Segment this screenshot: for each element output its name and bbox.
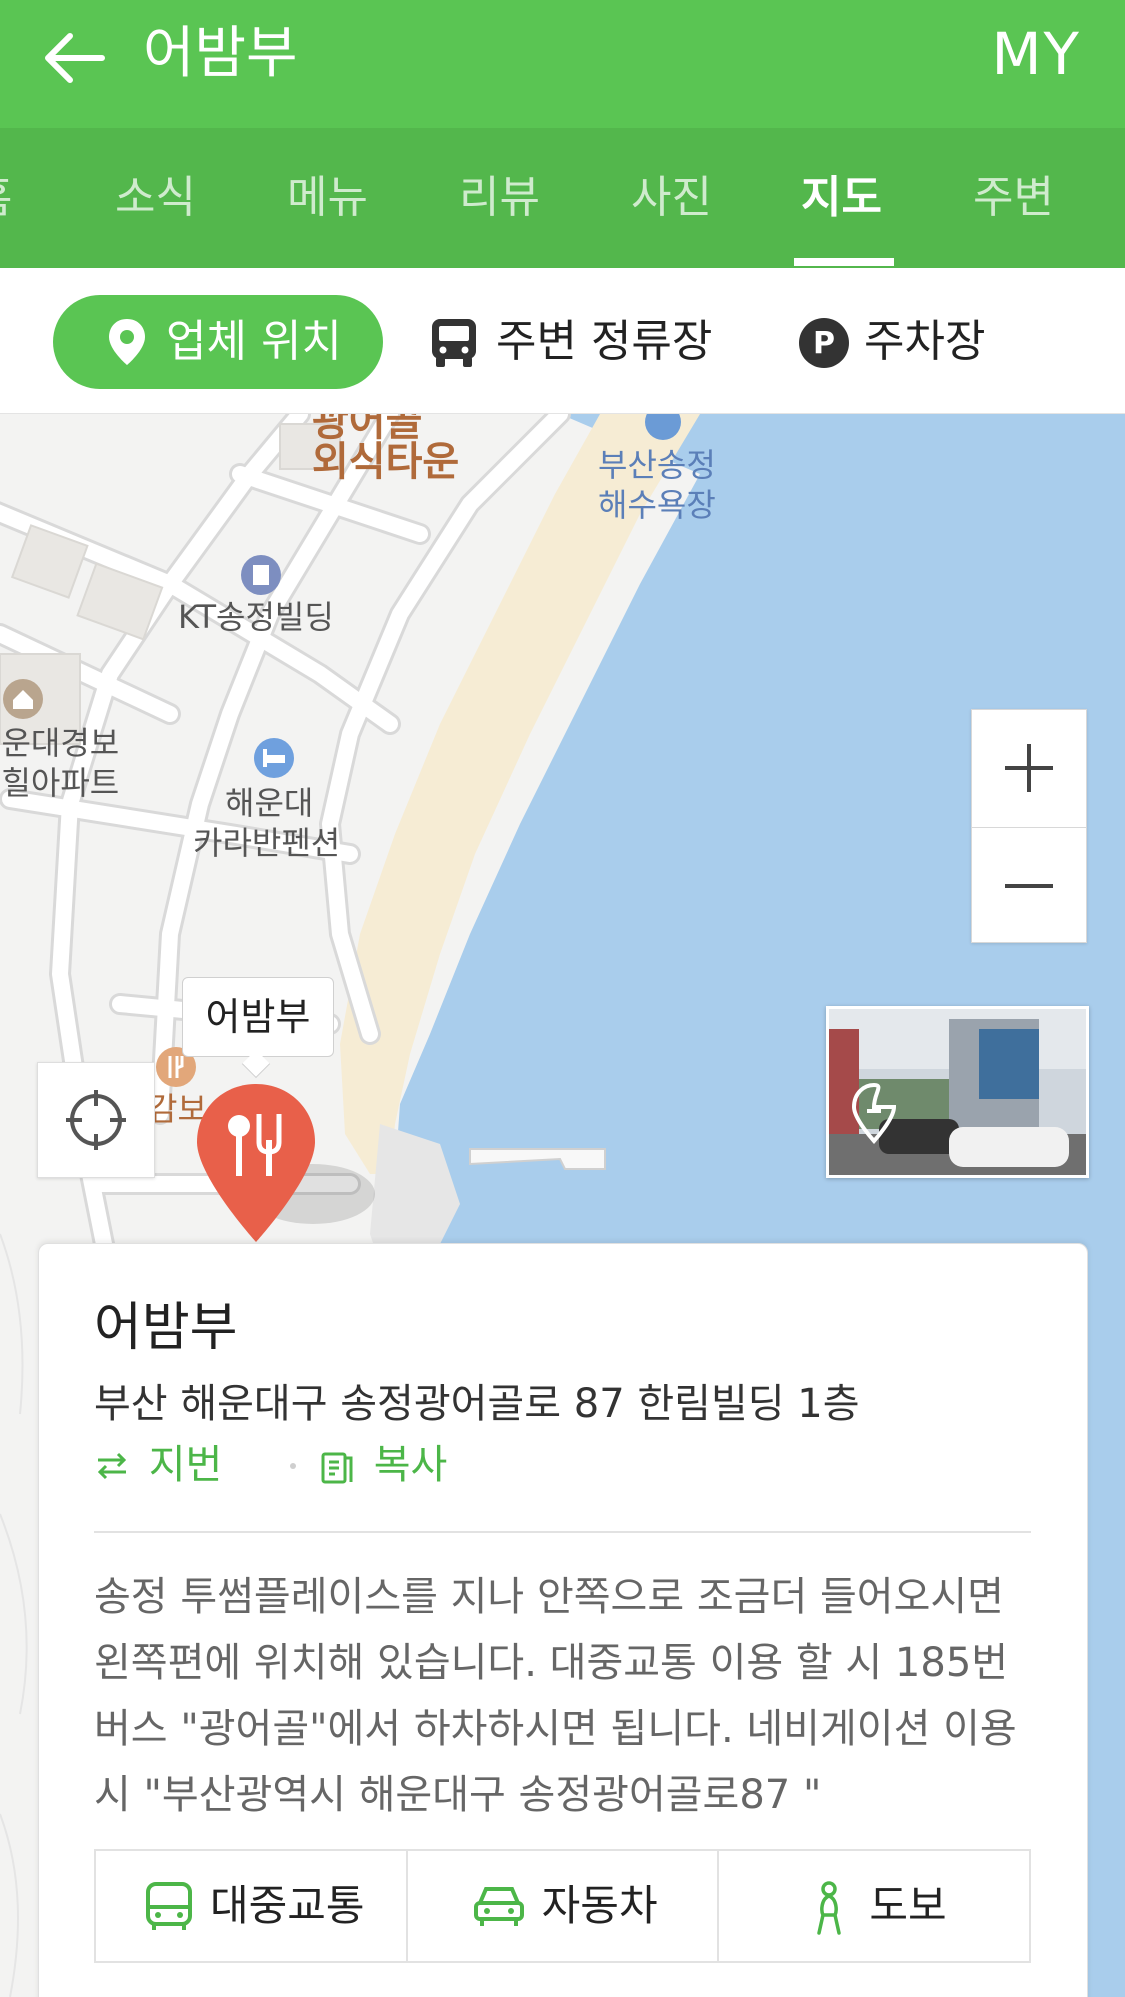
walking-person-icon bbox=[817, 1881, 842, 1935]
map-filter-bar: 업체 위치 주변 정류장 P 주차장 bbox=[0, 268, 1125, 414]
separator-dot bbox=[290, 1463, 296, 1469]
current-location-button[interactable] bbox=[37, 1062, 155, 1178]
map-label-pension-2: 카라반펜션 bbox=[193, 824, 341, 862]
copy-icon bbox=[321, 1452, 353, 1484]
zoom-in-button[interactable] bbox=[972, 710, 1086, 826]
card-divider bbox=[94, 1531, 1031, 1533]
tab-photos[interactable]: 사진 bbox=[631, 128, 712, 268]
place-name: 어밤부 bbox=[94, 1298, 238, 1358]
zoom-out-button[interactable] bbox=[972, 827, 1086, 943]
map-label-pension-1: 해운대 bbox=[225, 784, 314, 822]
bus-icon bbox=[432, 319, 476, 367]
tab-bar: 홈 소식 메뉴 리뷰 사진 지도 주변 bbox=[0, 128, 1125, 268]
swap-arrows-icon bbox=[97, 1452, 127, 1480]
transit-bus-icon bbox=[146, 1882, 192, 1930]
transport-options: 대중교통 자동차 도보 bbox=[94, 1849, 1031, 1963]
plus-icon bbox=[1005, 744, 1053, 792]
my-button[interactable]: MY bbox=[992, 22, 1081, 86]
tab-news[interactable]: 소식 bbox=[115, 128, 196, 268]
tab-nearby[interactable]: 주변 bbox=[973, 128, 1054, 268]
car-button[interactable]: 자동차 bbox=[408, 1851, 720, 1961]
nearby-stops-label: 주변 정류장 bbox=[496, 316, 713, 367]
walk-label: 도보 bbox=[869, 1881, 947, 1930]
copy-address-button[interactable]: 복사 bbox=[319, 1440, 447, 1490]
svg-text:P: P bbox=[813, 326, 835, 361]
parking-button[interactable]: P 주차장 bbox=[798, 295, 998, 389]
lodging-icon bbox=[254, 738, 294, 778]
place-info-card: 어밤부 부산 해운대구 송정광어골로 87 한림빌딩 1층 지번 복사 송정 투… bbox=[38, 1243, 1088, 1997]
business-location-label: 업체 위치 bbox=[166, 316, 342, 367]
walk-button[interactable]: 도보 bbox=[719, 1851, 1029, 1961]
page-title: 어밤부 bbox=[143, 21, 298, 86]
map-label-kt: KT송정빌딩 bbox=[178, 598, 334, 636]
nearby-stops-button[interactable]: 주변 정류장 bbox=[430, 295, 720, 389]
car-icon bbox=[473, 1887, 524, 1926]
map-label-beach-1: 부산송정 bbox=[598, 446, 716, 484]
jibun-label: 지번 bbox=[148, 1442, 223, 1488]
zoom-control bbox=[971, 709, 1087, 943]
car-label: 자동차 bbox=[541, 1881, 658, 1930]
map-label-food-town: 외식타운 bbox=[312, 439, 460, 485]
minus-icon bbox=[1005, 884, 1053, 888]
apartment-icon bbox=[3, 679, 43, 719]
back-button[interactable] bbox=[36, 24, 116, 104]
location-pin-icon bbox=[109, 319, 145, 365]
tab-menu[interactable]: 메뉴 bbox=[287, 128, 368, 268]
copy-label: 복사 bbox=[373, 1442, 448, 1488]
tab-reviews[interactable]: 리뷰 bbox=[459, 128, 540, 268]
tab-home[interactable]: 홈 bbox=[0, 128, 12, 268]
transit-label: 대중교통 bbox=[210, 1881, 365, 1930]
parking-label: 주차장 bbox=[864, 316, 986, 367]
transit-button[interactable]: 대중교통 bbox=[96, 1851, 408, 1961]
crosshair-icon bbox=[66, 1090, 126, 1150]
roadview-thumbnail[interactable] bbox=[826, 1006, 1089, 1178]
jibun-toggle[interactable]: 지번 bbox=[94, 1440, 222, 1490]
beach-icon bbox=[645, 414, 681, 440]
active-tab-indicator bbox=[794, 258, 894, 266]
parking-icon: P bbox=[799, 318, 849, 368]
business-location-button[interactable]: 업체 위치 bbox=[53, 295, 383, 389]
map-label-apartment-1: 해운대경보 bbox=[0, 724, 120, 762]
street-photo bbox=[829, 1009, 1086, 1175]
directions-description: 송정 투썸플레이스를 지나 안쪽으로 조금더 들어오시면 왼쪽편에 위치해 있습… bbox=[94, 1574, 1017, 1818]
place-address: 부산 해운대구 송정광어골로 87 한림빌딩 1층 bbox=[94, 1381, 860, 1427]
restaurant-marker-icon[interactable] bbox=[193, 1082, 393, 1242]
marker-callout: 어밤부 bbox=[182, 977, 334, 1057]
tab-map[interactable]: 지도 bbox=[801, 128, 882, 268]
map-label-beach-2: 해수욕장 bbox=[598, 486, 716, 524]
office-building-icon bbox=[241, 555, 281, 595]
back-arrow-icon bbox=[45, 33, 105, 83]
map-label-apartment-2: 이힐아파트 bbox=[0, 764, 120, 802]
app-header: 어밤부 MY bbox=[0, 0, 1125, 128]
